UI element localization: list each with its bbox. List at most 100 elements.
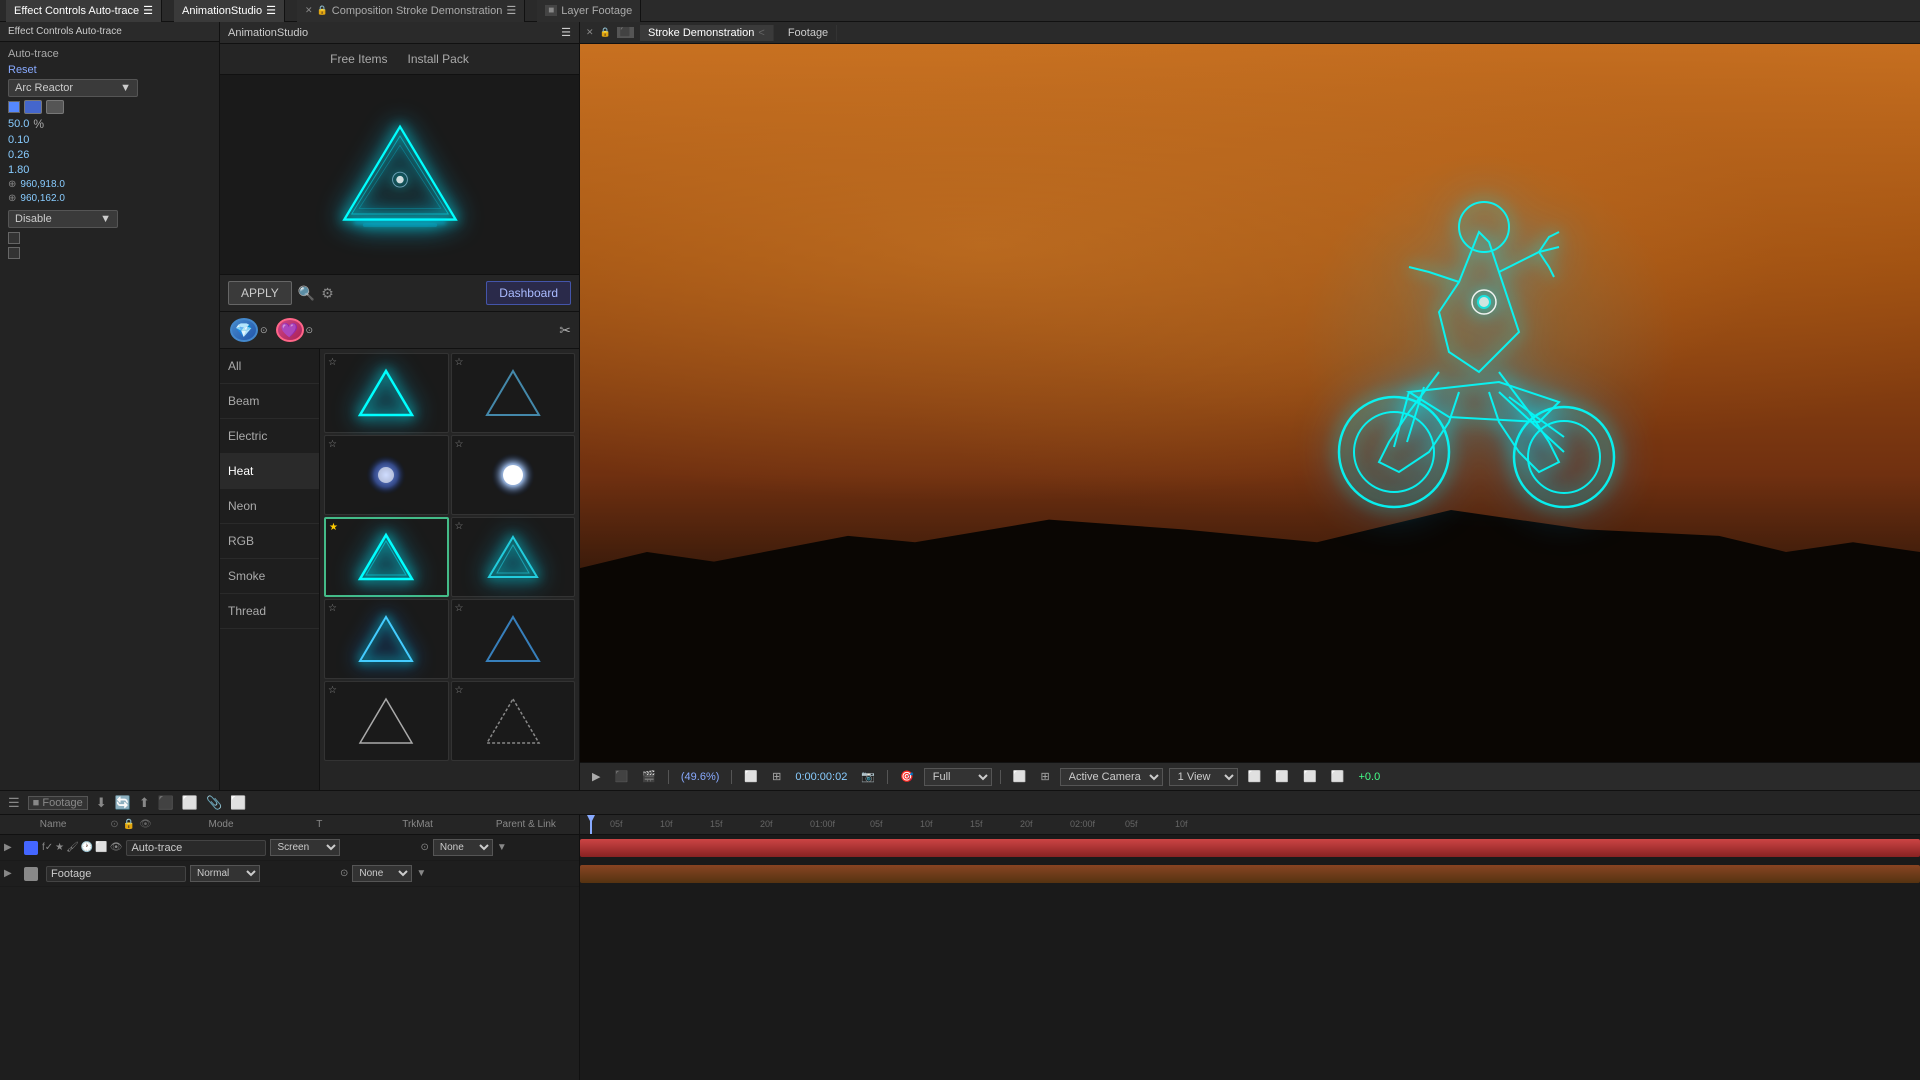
preset-item-8[interactable]: ☆ [451,599,576,679]
playhead[interactable] [590,815,592,834]
search-icon[interactable]: 🔍 [298,285,315,302]
stop-button[interactable]: ⬛ [610,768,632,785]
gem-tab-2[interactable]: 💜 ⊙ [274,316,316,344]
frame-button[interactable]: ⬜ [740,768,762,785]
mode-select-2[interactable]: Normal Screen [190,865,260,882]
tl-icon-5[interactable]: ⬜ [182,795,198,811]
timeline-menu-icon[interactable]: ☰ [8,795,20,811]
disable-dropdown[interactable]: Disable ▼ [8,210,118,228]
preview-button[interactable]: 🎬 [638,768,660,785]
as-menu-icon[interactable]: ☰ [561,26,571,39]
cat-electric[interactable]: Electric [220,419,319,454]
cat-neon[interactable]: Neon [220,489,319,524]
preset-row[interactable]: Arc Reactor ▼ [8,79,211,97]
checkbox-3[interactable] [8,247,20,259]
panel-tab-composition[interactable]: ✕ 🔒 Composition Stroke Demonstration ☰ [297,0,525,22]
preset-item-10[interactable]: ☆ [451,681,576,761]
expand-icon-1[interactable]: ▶ [4,842,20,853]
cat-heat[interactable]: Heat [220,454,319,489]
mode-select-1[interactable]: Screen Normal [270,839,340,856]
layer-name-input-2[interactable] [46,866,186,882]
layer-icon-3d[interactable]: ⬜ [95,842,107,853]
export-icon[interactable]: ⬜ [1271,768,1293,785]
icon-box-1[interactable] [24,100,42,114]
safe-frames-button[interactable]: ⬜ [1009,768,1031,785]
preset-item-6[interactable]: ☆ [451,517,576,597]
preset-item-7[interactable]: ☆ [324,599,449,679]
cat-rgb[interactable]: RGB [220,524,319,559]
coords2[interactable]: 960,162.0 [20,193,65,204]
install-pack-link[interactable]: Install Pack [408,52,469,66]
menu-icon[interactable]: ☰ [143,4,153,17]
star-6[interactable]: ☆ [455,521,464,532]
tl-icon-7[interactable]: ⬜ [230,795,246,811]
gem-tab-1[interactable]: 💎 ⊙ [228,316,270,344]
grid-button[interactable]: ⊞ [1036,768,1053,785]
icon-box-2[interactable] [46,100,64,114]
expand-icon-2[interactable]: ▶ [4,868,20,879]
dashboard-button[interactable]: Dashboard [486,281,571,305]
play-button[interactable]: ▶ [588,768,604,785]
settings-icon-viewer[interactable]: ⬜ [1327,768,1349,785]
layer-icon-clock[interactable]: 🕐 [81,842,93,853]
reset-button[interactable]: Reset [8,64,37,76]
pct-value[interactable]: 50.0 [8,118,29,130]
preset-item-4[interactable]: ☆ [451,435,576,515]
preset-item-2[interactable]: ☆ [451,353,576,433]
footage-label-tl[interactable]: ■ Footage [28,796,88,810]
preset-item-5[interactable]: ★ [324,517,449,597]
preset-dropdown[interactable]: Arc Reactor ▼ [8,79,138,97]
star-10[interactable]: ☆ [455,685,464,696]
menu-icon-2[interactable]: ☰ [266,4,276,17]
snapshot-icon[interactable]: ⬜ [1299,768,1321,785]
layer-color-2[interactable] [24,867,38,881]
menu-icon-3[interactable]: ☰ [506,4,516,17]
comp-tab-footage[interactable]: Footage [780,25,837,41]
coords1[interactable]: 960,918.0 [20,179,65,190]
apply-button[interactable]: APPLY [228,281,292,305]
gem-2[interactable]: 💜 [276,318,304,342]
tl-icon-3[interactable]: ⬆ [139,795,150,811]
checkbox-2[interactable] [8,232,20,244]
track-bar-1[interactable] [580,839,1920,857]
preset-item-1[interactable]: ☆ [324,353,449,433]
camera-icon[interactable]: 📷 [857,768,879,785]
camera-select[interactable]: Active Camera [1060,768,1163,786]
cat-thread[interactable]: Thread [220,594,319,629]
star-5[interactable]: ★ [329,522,338,533]
star-7[interactable]: ☆ [328,603,337,614]
star-1[interactable]: ☆ [328,357,337,368]
view-select[interactable]: 1 View 2 Views 4 Views [1169,768,1238,786]
zoom-level[interactable]: (49.6%) [677,769,724,785]
tl-icon-4[interactable]: ⬛ [158,795,174,811]
layer-name-input-1[interactable] [126,840,266,856]
3d-icon[interactable]: ⬜ [1244,768,1266,785]
tl-icon-6[interactable]: 📎 [206,795,222,811]
layer-icon-eye-2[interactable]: 👁 [110,842,123,853]
panel-tab-effect-controls[interactable]: Effect Controls Auto-trace ☰ [6,0,162,22]
star-8[interactable]: ☆ [455,603,464,614]
v2-value[interactable]: 0.26 [8,149,29,161]
gem-1[interactable]: 💎 [230,318,258,342]
time-display[interactable]: 0:00:00:02 [791,769,851,785]
layer-icon-paint[interactable]: 🖌 [66,842,79,853]
star-3[interactable]: ☆ [328,439,337,450]
checkbox-row-1[interactable] [8,100,211,114]
link-select-2[interactable]: None [352,865,412,882]
cat-all[interactable]: All [220,349,319,384]
link-down-1[interactable]: ▼ [497,842,507,853]
panel-tab-animation-studio[interactable]: AnimationStudio ☰ [174,0,285,22]
settings-icon-tabs[interactable]: ✂ [559,322,571,339]
v1-value[interactable]: 0.10 [8,134,29,146]
cat-beam[interactable]: Beam [220,384,319,419]
panel-tab-layer-footage[interactable]: ■ Layer Footage [537,0,641,22]
star-4[interactable]: ☆ [455,439,464,450]
quality-select[interactable]: Full Half Quarter [924,768,992,786]
layer-color-1[interactable] [24,841,38,855]
link-select-1[interactable]: None [433,839,493,856]
free-items-link[interactable]: Free Items [330,52,387,66]
tl-icon-1[interactable]: ⬇ [96,795,107,811]
layer-icon-fx[interactable]: f✓ [42,842,53,853]
comp-tab-stroke-demo[interactable]: Stroke Demonstration < [640,25,774,41]
track-bar-2[interactable] [580,865,1920,883]
